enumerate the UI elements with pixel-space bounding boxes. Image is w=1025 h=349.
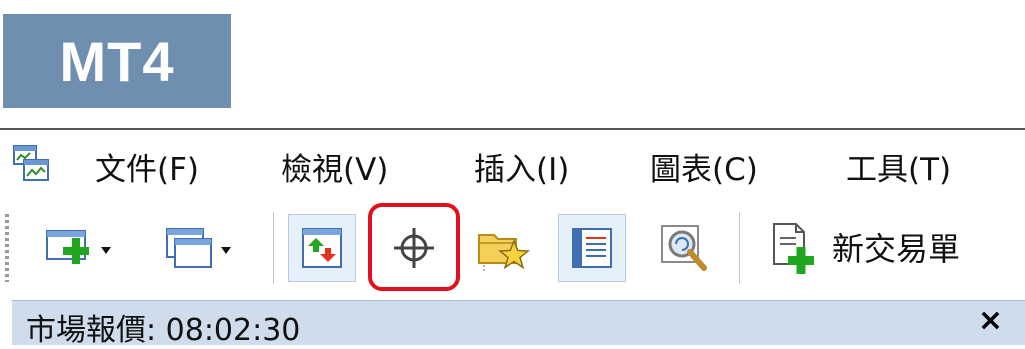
- terminal-icon: [568, 224, 616, 272]
- toolbar-grip[interactable]: [5, 214, 9, 282]
- profiles-icon: [163, 223, 233, 273]
- market-watch-button[interactable]: [288, 214, 356, 282]
- mt4-badge: MT4: [3, 14, 231, 108]
- menu-charts[interactable]: 圖表(C): [650, 144, 758, 189]
- app-icon[interactable]: [12, 144, 50, 184]
- profiles-button[interactable]: [146, 214, 250, 282]
- terminal-button[interactable]: [558, 214, 626, 282]
- toolbar-separator: [739, 212, 740, 284]
- close-icon[interactable]: ×: [978, 303, 1003, 338]
- market-watch-title: 市場報價: 08:02:30: [26, 313, 301, 348]
- strategy-tester-button[interactable]: [648, 214, 720, 282]
- navigator-icon: [476, 223, 532, 273]
- new-chart-button[interactable]: [26, 214, 130, 282]
- new-order-icon: [766, 220, 818, 276]
- new-order-label[interactable]: 新交易單: [832, 224, 960, 270]
- menu-tools[interactable]: 工具(T): [846, 144, 951, 189]
- crosshair-highlight-box: [368, 203, 460, 291]
- market-watch-header: 市場報價: 08:02:30 ×: [12, 300, 1025, 348]
- new-order-button[interactable]: [756, 214, 828, 282]
- menu-view[interactable]: 檢視(V): [281, 144, 388, 189]
- standard-toolbar: 新交易單: [0, 200, 1025, 298]
- new-chart-icon: [43, 223, 113, 273]
- navigator-button[interactable]: [468, 214, 540, 282]
- menu-bar: 文件(F) 檢視(V) 插入(I) 圖表(C) 工具(T): [0, 130, 1025, 198]
- menu-file[interactable]: 文件(F): [95, 144, 199, 189]
- menu-insert[interactable]: 插入(I): [474, 144, 569, 189]
- mt4-window: 文件(F) 檢視(V) 插入(I) 圖表(C) 工具(T) 新交易單 市場報價:…: [0, 128, 1025, 348]
- mt4-badge-text: MT4: [59, 29, 175, 93]
- toolbar-separator: [273, 212, 274, 284]
- market-watch-icon: [298, 224, 346, 272]
- strategy-tester-icon: [658, 222, 710, 274]
